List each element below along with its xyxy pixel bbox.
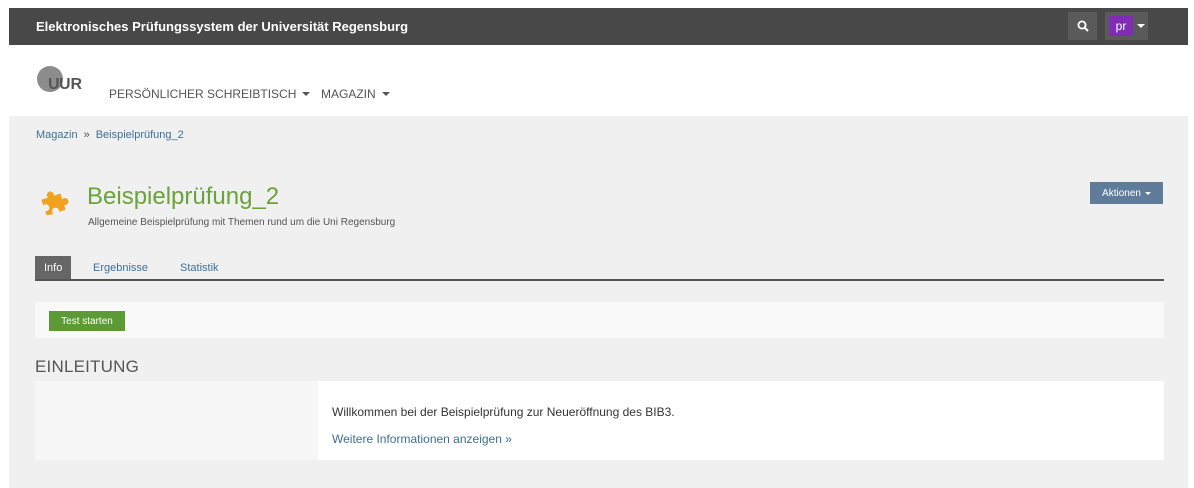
breadcrumb-link-magazin[interactable]: Magazin <box>36 129 78 141</box>
tab-label: Statistik <box>180 261 219 274</box>
page-subtitle: Allgemeine Beispielprüfung mit Themen ru… <box>88 217 396 228</box>
nav-persoenlicher-schreibtisch[interactable]: PERSÖNLICHER SCHREIBTISCH <box>109 87 311 101</box>
chevron-down-icon <box>381 92 390 96</box>
breadcrumb: Magazin » Beispielprüfung_2 <box>36 129 184 141</box>
search-button[interactable] <box>1068 12 1097 40</box>
intro-panel: Willkommen bei der Beispielprüfung zur N… <box>35 381 1164 460</box>
action-toolbar: Test starten <box>35 302 1164 338</box>
breadcrumb-link-current[interactable]: Beispielprüfung_2 <box>96 129 184 141</box>
intro-left-column <box>35 381 318 460</box>
main-navigation: U UR PERSÖNLICHER SCHREIBTISCH MAGAZIN <box>9 45 1188 116</box>
svg-text:U: U <box>48 76 60 93</box>
tab-statistik[interactable]: Statistik <box>180 256 219 279</box>
avatar: pr <box>1109 16 1133 36</box>
actions-button[interactable]: Aktionen <box>1090 182 1163 204</box>
breadcrumb-separator: » <box>83 129 90 141</box>
tab-bar: Info Ergebnisse Statistik <box>35 256 1164 281</box>
app-title: Elektronisches Prüfungssystem der Univer… <box>36 19 409 34</box>
nav-magazin[interactable]: MAGAZIN <box>321 87 390 101</box>
page-title: Beispielprüfung_2 <box>87 183 280 210</box>
start-test-label: Test starten <box>61 315 113 327</box>
tab-label: Info <box>44 261 63 274</box>
chevron-down-icon <box>1144 191 1151 195</box>
ur-logo-icon: U UR <box>37 66 83 93</box>
actions-label: Aktionen <box>1102 187 1141 199</box>
search-icon <box>1077 20 1089 32</box>
intro-text: Willkommen bei der Beispielprüfung zur N… <box>332 405 675 419</box>
chevron-down-icon <box>1137 24 1145 28</box>
more-info-link[interactable]: Weitere Informationen anzeigen » <box>332 432 512 446</box>
puzzle-icon <box>39 189 69 220</box>
start-test-button[interactable]: Test starten <box>49 311 125 331</box>
chevron-down-icon <box>302 92 311 96</box>
user-menu-button[interactable]: pr <box>1105 12 1148 40</box>
tab-info[interactable]: Info <box>35 256 72 279</box>
tab-ergebnisse[interactable]: Ergebnisse <box>93 256 148 279</box>
svg-text:UR: UR <box>59 76 83 93</box>
tab-label: Ergebnisse <box>93 261 149 274</box>
nav-label: MAGAZIN <box>321 87 376 101</box>
university-logo[interactable]: U UR <box>36 65 86 100</box>
top-bar: Elektronisches Prüfungssystem der Univer… <box>9 8 1188 45</box>
app-window: Elektronisches Prüfungssystem der Univer… <box>9 8 1188 488</box>
nav-label: PERSÖNLICHER SCHREIBTISCH <box>109 87 297 101</box>
section-heading: EINLEITUNG <box>35 357 140 376</box>
